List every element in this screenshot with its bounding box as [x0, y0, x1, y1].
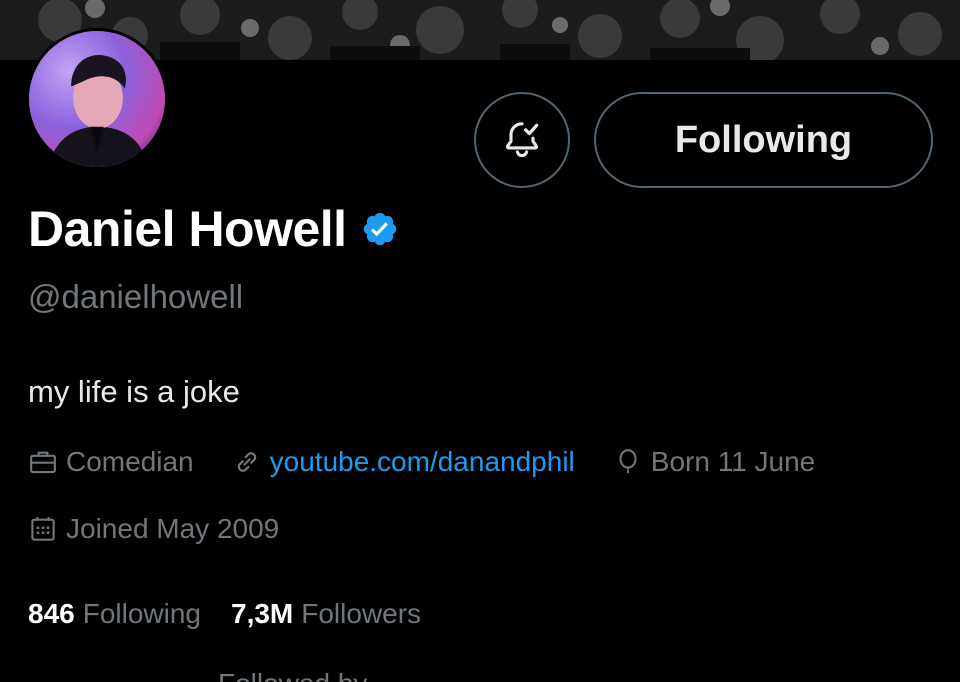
bell-check-icon — [505, 122, 539, 158]
profile-meta-row-joined: Joined May 2009 — [28, 513, 317, 545]
briefcase-icon — [30, 451, 56, 474]
following-stat[interactable]: 846 Following — [28, 598, 201, 630]
followers-count: 7,3M — [231, 598, 294, 629]
profile-page: Following Daniel Howell @danielhowell my… — [0, 0, 960, 682]
profile-bio: my life is a joke — [28, 374, 240, 409]
balloon-icon — [619, 449, 637, 474]
birthday-text: Born 11 June — [650, 446, 816, 477]
verified-badge-icon[interactable] — [361, 210, 399, 248]
website-item[interactable]: youtube.com/danandphil — [232, 446, 575, 478]
profession-item: Comedian — [28, 446, 194, 478]
display-name: Daniel Howell — [28, 201, 347, 257]
following-label: Following — [82, 598, 201, 629]
link-icon — [237, 452, 256, 472]
name-row: Daniel Howell — [28, 200, 399, 258]
follow-stats: 846 Following 7,3M Followers — [28, 598, 421, 630]
followed-by-text[interactable]: Followed by — [218, 668, 367, 682]
calendar-icon — [31, 517, 55, 541]
profile-meta-row: Comedian youtube.com/danandphil Born 11 … — [28, 446, 853, 478]
profession-text: Comedian — [66, 446, 194, 477]
followers-label: Followers — [301, 598, 422, 629]
profile-handle: @danielhowell — [28, 278, 244, 315]
website-link[interactable]: youtube.com/danandphil — [270, 446, 575, 478]
notification-bell-button[interactable] — [474, 92, 570, 188]
birthday-item: Born 11 June — [613, 446, 816, 478]
joined-text: Joined May 2009 — [66, 513, 280, 544]
avatar-image — [29, 31, 165, 167]
joined-item: Joined May 2009 — [28, 513, 279, 545]
following-button[interactable]: Following — [594, 92, 933, 188]
avatar[interactable] — [26, 28, 168, 170]
following-count: 846 — [28, 598, 75, 629]
followers-stat[interactable]: 7,3M Followers — [231, 598, 421, 630]
